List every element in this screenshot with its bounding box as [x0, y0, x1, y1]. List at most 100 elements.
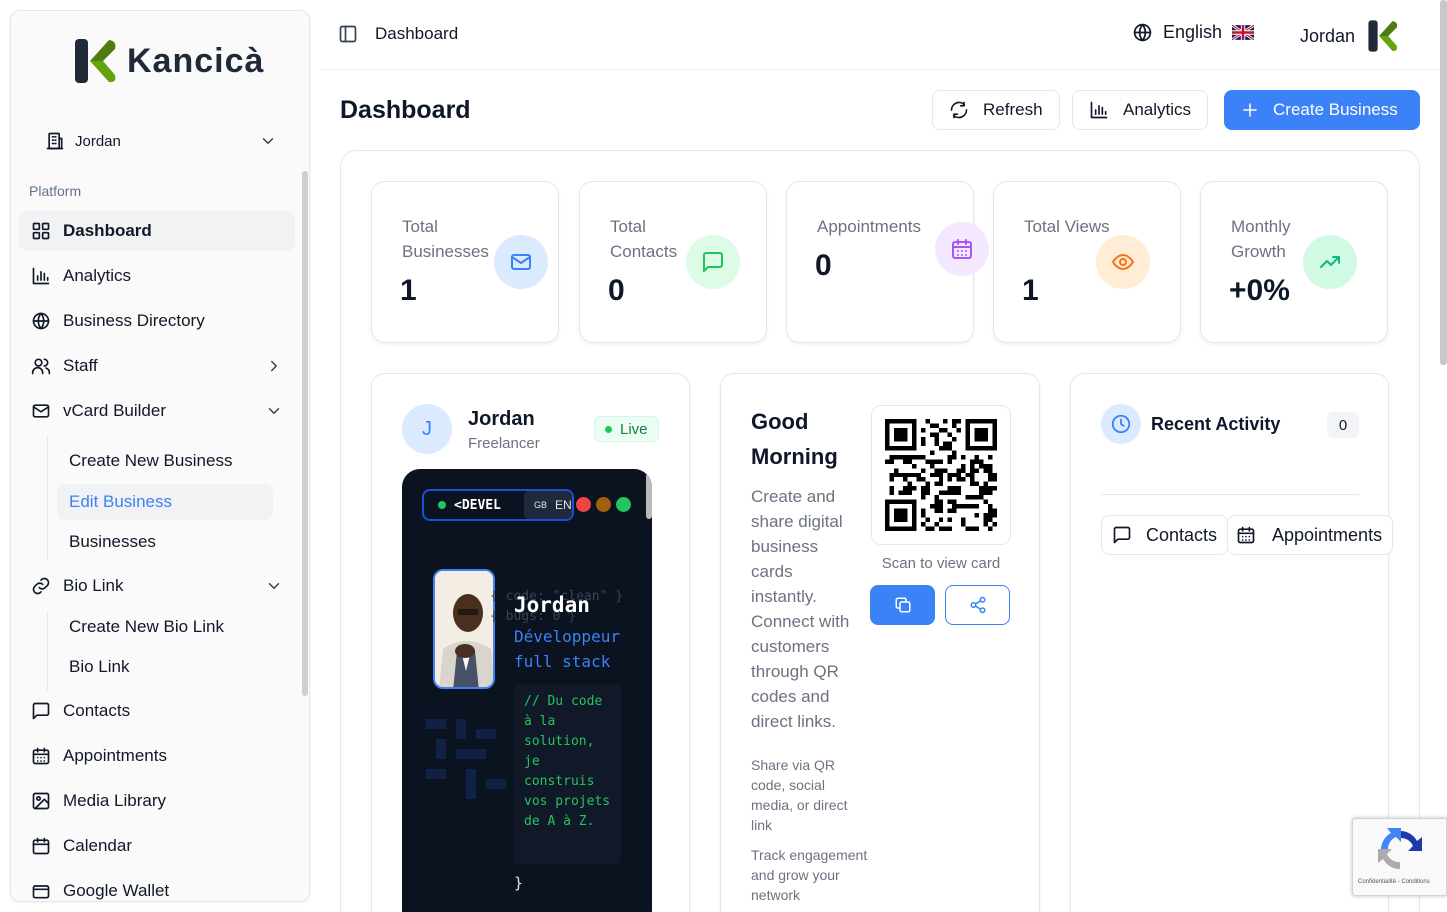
dev-header: <DEVEL GB EN: [422, 489, 574, 521]
toggle-sidebar-button[interactable]: [338, 24, 358, 44]
welcome-card: Good Morning Create and share digital bu…: [720, 373, 1040, 912]
refresh-label: Refresh: [983, 100, 1043, 119]
sidebar-item-google-wallet[interactable]: Google Wallet: [19, 871, 295, 901]
status-label: Live: [620, 420, 648, 438]
status-dot-icon: [438, 501, 446, 509]
tab-label: Contacts: [1146, 524, 1218, 545]
red-dot-icon: [576, 497, 591, 512]
plus-icon: [1243, 103, 1257, 117]
message-square-icon: [32, 702, 50, 720]
sidebar-subitem-businesses[interactable]: Businesses: [57, 524, 273, 560]
greeting-title: Good Morning: [751, 409, 838, 469]
sidebar-item-label: Appointments: [63, 746, 167, 765]
yellow-dot-icon: [596, 497, 611, 512]
analytics-label: Analytics: [1123, 100, 1192, 119]
status-badge: Live: [594, 416, 659, 442]
sidebar-subitem-create-new-bio-link[interactable]: Create New Bio Link: [57, 609, 273, 645]
sidebar-subitem-label: Edit Business: [69, 492, 172, 511]
calendar-icon: [1237, 526, 1255, 544]
sidebar-scrollbar[interactable]: [302, 171, 308, 696]
preview-scrollbar[interactable]: [646, 473, 652, 519]
breadcrumb[interactable]: Dashboard: [375, 24, 458, 44]
vcard-preview[interactable]: <DEVEL GB EN { code: "clean" } { bugs: 0…: [402, 469, 652, 912]
qr-code: [871, 405, 1011, 545]
analytics-button[interactable]: Analytics: [1072, 90, 1209, 130]
refresh-button[interactable]: Refresh: [932, 90, 1060, 130]
live-dot-icon: [605, 425, 612, 433]
stat-icon: [1096, 235, 1150, 289]
calendar-icon: [32, 837, 50, 855]
topbar: Dashboard English Jordan: [320, 0, 1447, 70]
stat-value: 1: [400, 274, 417, 307]
sidebar-item-appointments[interactable]: Appointments: [19, 736, 295, 776]
trending-up-icon: [1320, 256, 1340, 268]
calendar-days-icon: [32, 747, 50, 765]
organization-name: Jordan: [75, 132, 121, 150]
stat-icon: [494, 235, 548, 289]
stat-label: Total Businesses: [402, 217, 489, 261]
green-dot-icon: [616, 497, 631, 512]
share-icon: [970, 596, 985, 614]
sidebar-item-business-directory[interactable]: Business Directory: [19, 301, 295, 341]
sidebar-subitem-bio-link[interactable]: Bio Link: [57, 649, 273, 685]
create-business-label: Create Business: [1273, 100, 1398, 119]
create-business-button[interactable]: Create Business: [1224, 90, 1420, 130]
sidebar-item-calendar[interactable]: Calendar: [19, 826, 295, 866]
users-icon: [31, 358, 51, 375]
recaptcha-terms[interactable]: Confidentialité - Conditions: [1358, 879, 1430, 885]
submenu-line: [47, 436, 48, 560]
sidebar-item-label: vCard Builder: [63, 401, 166, 420]
chevron-right-icon: [271, 360, 277, 372]
share-button[interactable]: [945, 585, 1010, 625]
flag-code: GB: [534, 500, 548, 510]
stat-card-monthly-growth: Monthly Growth +0%: [1200, 181, 1388, 343]
page-title: Dashboard: [340, 96, 471, 124]
greeting-tip: Track engagement and grow your network: [751, 847, 868, 903]
sidebar-item-staff[interactable]: Staff: [19, 346, 295, 386]
sidebar-item-vcard-builder[interactable]: vCard Builder: [19, 391, 295, 431]
user-menu[interactable]: Jordan: [1300, 18, 1401, 54]
stat-icon: [686, 235, 740, 289]
stat-value: 1: [1022, 274, 1039, 307]
tab-appointments[interactable]: Appointments: [1227, 515, 1394, 555]
sidebar-subitem-edit-business[interactable]: Edit Business: [57, 484, 273, 520]
recent-activity-card: Recent Activity 0 Contacts Appointments: [1070, 373, 1394, 912]
sidebar-item-bio-link[interactable]: Bio Link: [19, 566, 295, 606]
sidebar-item-label: Bio Link: [63, 576, 124, 595]
calendar-icon: [952, 239, 972, 259]
globe-icon: [1133, 23, 1152, 42]
stat-card-total-views: Total Views 1: [993, 181, 1181, 343]
sidebar-item-media-library[interactable]: Media Library: [19, 781, 295, 821]
language-switcher[interactable]: English: [1132, 22, 1255, 43]
bar-chart-icon: [32, 267, 50, 285]
dev-label: <DEVEL: [454, 497, 501, 513]
closing-brace: }: [514, 874, 524, 892]
image-icon: [32, 792, 50, 810]
copy-link-button[interactable]: [870, 585, 935, 625]
sidebar-item-contacts[interactable]: Contacts: [19, 691, 295, 731]
organization-select[interactable]: Jordan: [45, 121, 277, 161]
sidebar-item-analytics[interactable]: Analytics: [19, 256, 295, 296]
sidebar-subitem-label: Create New Business: [69, 451, 233, 470]
brand-logo[interactable]: Kancicà: [73, 37, 264, 85]
sidebar-item-dashboard[interactable]: Dashboard: [19, 211, 295, 251]
page-scrollbar[interactable]: [1440, 0, 1447, 365]
preview-role-line: full stack: [514, 652, 611, 671]
activity-title: Recent Activity: [1151, 414, 1281, 434]
avatar: [1368, 20, 1398, 52]
preview-language-toggle[interactable]: GB EN: [524, 491, 572, 519]
clock-svg: [1111, 414, 1131, 434]
recaptcha-badge[interactable]: Confidentialité - Conditions: [1352, 818, 1447, 896]
preview-role: Développeur full stack: [514, 624, 620, 674]
tab-contacts[interactable]: Contacts: [1101, 515, 1229, 555]
sidebar-item-label: Google Wallet: [63, 881, 170, 900]
nav-group-label: Platform: [29, 183, 82, 199]
uk-flag-icon: [1232, 25, 1255, 40]
kancica-logo-icon: [75, 39, 116, 83]
recaptcha-icon: [1378, 828, 1422, 870]
sidebar-subitem-create-new-business[interactable]: Create New Business: [57, 443, 273, 479]
wallet-icon: [32, 885, 50, 899]
submenu-line: [47, 611, 48, 691]
eye-icon: [1112, 254, 1134, 270]
sidebar-item-label: Analytics: [63, 266, 132, 285]
